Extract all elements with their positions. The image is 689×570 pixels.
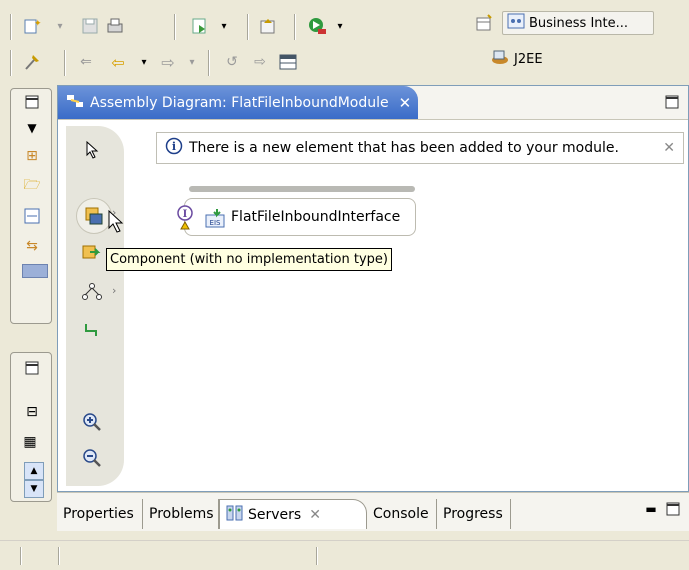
wire-tool-icon[interactable] bbox=[80, 280, 104, 304]
toolbar-separator bbox=[64, 50, 65, 76]
palette: › › bbox=[66, 126, 124, 486]
restore-icon[interactable] bbox=[22, 358, 42, 378]
status-separator bbox=[58, 547, 59, 565]
table-view-icon[interactable]: ▦ bbox=[20, 432, 40, 452]
run-icon[interactable] bbox=[190, 16, 210, 36]
connection-tool-icon[interactable] bbox=[80, 318, 104, 342]
toolbar-separator bbox=[247, 14, 248, 40]
restore-icon[interactable] bbox=[22, 92, 42, 112]
tab-label: Servers bbox=[248, 506, 302, 523]
node-selection-bar bbox=[189, 186, 415, 192]
assembly-diagram-editor: Assembly Diagram: FlatFileInboundModule … bbox=[57, 85, 689, 492]
print-icon[interactable] bbox=[105, 16, 125, 36]
zoom-in-icon[interactable] bbox=[80, 410, 104, 434]
hierarchy-icon[interactable]: ⊟ bbox=[22, 402, 42, 422]
toolbar-separator bbox=[294, 14, 295, 40]
maximize-icon[interactable] bbox=[662, 92, 682, 112]
dropdown-arrow-icon[interactable]: ▾ bbox=[182, 52, 202, 72]
interface-node[interactable]: I EIS FlatFileInboundInterface bbox=[177, 186, 416, 236]
view-menu-icon[interactable]: ▼ bbox=[22, 118, 42, 138]
pin-icon[interactable] bbox=[22, 52, 42, 72]
servers-icon bbox=[226, 505, 244, 525]
tab-servers[interactable]: Servers ✕ bbox=[219, 499, 367, 529]
assembly-diagram-icon bbox=[66, 93, 84, 113]
expand-arrow-icon[interactable]: › bbox=[112, 284, 116, 297]
properties-view-icon[interactable] bbox=[22, 206, 42, 226]
left-trim-stack: ▼ ⊞ 🗁 ⇆ bbox=[0, 82, 52, 342]
forward-icon[interactable]: ⇨ bbox=[158, 52, 178, 72]
status-separator bbox=[316, 547, 317, 565]
toolbar-separator bbox=[174, 14, 175, 40]
next-icon[interactable]: ⇨ bbox=[250, 52, 270, 72]
j2ee-icon bbox=[490, 49, 510, 69]
editor-tab[interactable]: Assembly Diagram: FlatFileInboundModule … bbox=[58, 86, 418, 119]
toolbar-separator bbox=[10, 50, 11, 76]
synchronize-icon[interactable]: ⇆ bbox=[22, 236, 42, 256]
editor-tab-title: Assembly Diagram: FlatFileInboundModule bbox=[90, 94, 389, 111]
tab-problems[interactable]: Problems bbox=[143, 499, 219, 529]
maximize-icon[interactable] bbox=[663, 499, 683, 519]
import-tool-icon[interactable] bbox=[80, 240, 104, 264]
eis-badge: EIS bbox=[210, 219, 221, 227]
perspective-business-integration[interactable]: Business Inte... bbox=[502, 11, 654, 35]
info-icon: i bbox=[165, 137, 183, 159]
scroll-down-icon[interactable]: ▼ bbox=[24, 480, 44, 498]
editor-tab-bar: Assembly Diagram: FlatFileInboundModule … bbox=[58, 86, 688, 120]
dropdown-arrow-icon[interactable]: ▾ bbox=[330, 16, 350, 36]
left-trim-stack: ⊟ ▦ ▲ ▼ bbox=[0, 350, 52, 510]
close-icon[interactable]: ✕ bbox=[309, 507, 321, 523]
outline-icon[interactable]: ⊞ bbox=[22, 146, 42, 166]
refresh-icon[interactable]: ↺ bbox=[222, 52, 242, 72]
bottom-view-tabs: Properties Problems Servers ✕ Console Pr… bbox=[57, 492, 689, 531]
tab-label: Properties bbox=[63, 506, 134, 522]
palette-tooltip: Component (with no implementation type) bbox=[106, 248, 392, 271]
scroll-up-icon[interactable]: ▲ bbox=[24, 462, 44, 480]
tab-console[interactable]: Console bbox=[367, 499, 437, 529]
perspective-label: J2EE bbox=[514, 51, 543, 67]
svg-text:✦: ✦ bbox=[34, 19, 41, 29]
new-wizard-icon[interactable]: ✦ bbox=[22, 16, 42, 36]
mouse-cursor-icon bbox=[108, 209, 124, 238]
trim-bar bbox=[22, 264, 48, 278]
minimize-icon[interactable]: ▬ bbox=[641, 499, 661, 519]
svg-text:i: i bbox=[172, 140, 176, 153]
perspective-j2ee[interactable]: J2EE bbox=[490, 49, 543, 69]
perspective-label: Business Inte... bbox=[529, 15, 629, 31]
toolbar-separator bbox=[208, 50, 209, 76]
open-perspective-icon[interactable] bbox=[474, 13, 494, 33]
status-bar bbox=[0, 540, 689, 570]
back-history-icon[interactable]: ⇐ bbox=[76, 52, 96, 72]
notification-text: There is a new element that has been add… bbox=[189, 140, 619, 156]
close-icon[interactable]: ✕ bbox=[399, 94, 412, 112]
toolbar-separator bbox=[10, 14, 11, 40]
eis-import-icon: EIS bbox=[205, 209, 227, 233]
svg-text:I: I bbox=[183, 209, 188, 220]
close-icon[interactable]: ✕ bbox=[663, 140, 675, 156]
save-icon[interactable] bbox=[80, 16, 100, 36]
debug-server-icon[interactable] bbox=[306, 16, 326, 36]
tab-label: Problems bbox=[149, 506, 214, 522]
table-icon[interactable] bbox=[278, 52, 298, 72]
component-tool-icon[interactable] bbox=[76, 198, 112, 234]
dropdown-arrow-icon[interactable]: ▾ bbox=[50, 16, 70, 36]
tab-properties[interactable]: Properties bbox=[57, 499, 143, 529]
notification-banner: i There is a new element that has been a… bbox=[156, 132, 684, 164]
folder-icon[interactable]: 🗁 bbox=[22, 176, 42, 196]
select-tool-icon[interactable] bbox=[80, 138, 104, 162]
status-separator bbox=[20, 547, 21, 565]
zoom-out-icon[interactable] bbox=[80, 446, 104, 470]
tab-label: Console bbox=[373, 506, 429, 522]
dropdown-arrow-icon[interactable]: ▾ bbox=[134, 52, 154, 72]
tab-progress[interactable]: Progress bbox=[437, 499, 511, 529]
node-label: FlatFileInboundInterface bbox=[231, 209, 401, 225]
tab-label: Progress bbox=[443, 506, 503, 522]
back-icon[interactable]: ⇦ bbox=[108, 52, 128, 72]
interface-icon: I bbox=[177, 205, 197, 235]
publish-icon[interactable] bbox=[258, 16, 278, 36]
business-integration-icon bbox=[507, 13, 525, 33]
dropdown-arrow-icon[interactable]: ▾ bbox=[214, 16, 234, 36]
